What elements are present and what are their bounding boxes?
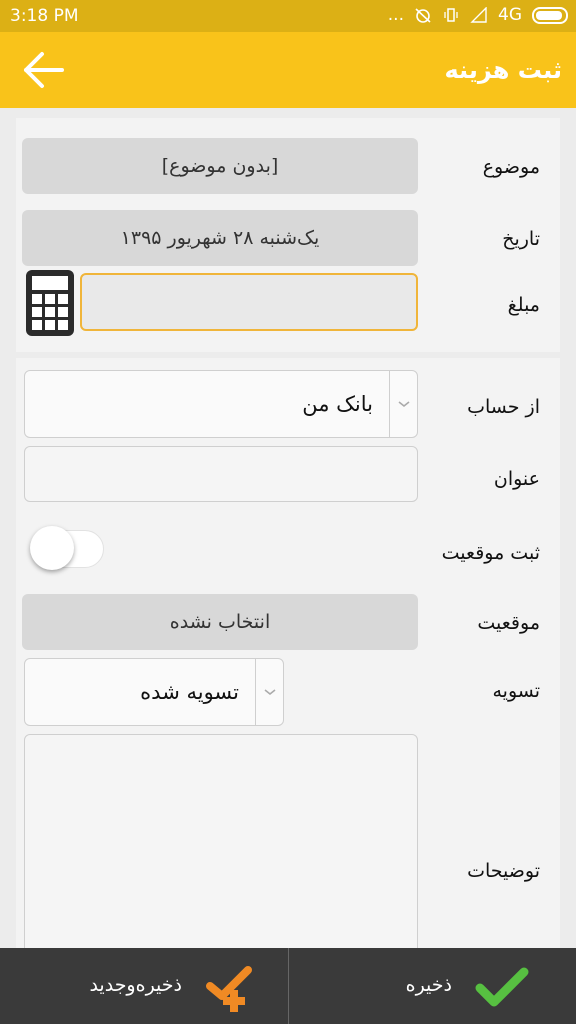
battery-icon: [532, 6, 568, 24]
location-label: موقعیت: [477, 612, 540, 634]
status-bar: 3:18 PM ... 4G: [0, 0, 576, 32]
date-field[interactable]: یک‌شنبه ۲۸ شهریور ۱۳۹۵: [22, 210, 418, 266]
subject-field[interactable]: [بدون موضوع]: [22, 138, 418, 194]
save-new-button[interactable]: ذخیره‌وجدید: [0, 948, 288, 1024]
notes-textarea[interactable]: [24, 734, 418, 954]
arrow-left-icon[interactable]: [22, 50, 66, 90]
save-button[interactable]: ذخیره: [288, 948, 576, 1024]
check-plus-icon: [206, 966, 252, 1012]
save-label: ذخیره: [405, 974, 452, 996]
subject-label: موضوع: [482, 156, 540, 178]
record-location-toggle[interactable]: [26, 526, 104, 570]
network-type: 4G: [498, 5, 522, 25]
settlement-select[interactable]: تسویه شده: [24, 658, 284, 726]
alarm-off-icon: [415, 8, 431, 23]
save-new-label: ذخیره‌وجدید: [89, 974, 182, 996]
from-account-label: از حساب: [467, 396, 540, 418]
vibrate-icon: [444, 8, 458, 22]
date-label: تاریخ: [502, 228, 540, 250]
title-input[interactable]: [24, 446, 418, 502]
status-icons: ... 4G: [388, 5, 568, 25]
status-time: 3:18 PM: [10, 6, 79, 26]
calculator-icon[interactable]: [26, 270, 74, 336]
signal-icon: [470, 7, 487, 23]
location-field[interactable]: انتخاب نشده: [22, 594, 418, 650]
title-label: عنوان: [493, 468, 540, 490]
record-location-label: ثبت موقعیت: [441, 542, 540, 564]
app-bar: ثبت هزینه: [0, 32, 576, 108]
details-card: از حساب بانک من عنوان ثبت موقعیت موقعیت …: [16, 358, 560, 954]
check-icon: [475, 967, 529, 1007]
chevron-down-icon: [389, 371, 417, 437]
from-account-value: بانک من: [302, 392, 373, 416]
page-title: ثبت هزینه: [444, 56, 562, 84]
settlement-value: تسویه شده: [140, 680, 239, 704]
from-account-select[interactable]: بانک من: [24, 370, 418, 438]
settlement-label: تسویه: [492, 680, 540, 702]
basic-info-card: موضوع [بدون موضوع] تاریخ یک‌شنبه ۲۸ شهری…: [16, 118, 560, 352]
amount-label: مبلغ: [507, 294, 540, 316]
notification-dots: ...: [387, 5, 404, 25]
chevron-down-icon: [255, 659, 283, 725]
bottom-bar: ذخیره‌وجدید ذخیره: [0, 948, 576, 1024]
amount-input[interactable]: [80, 273, 418, 331]
notes-label: توضیحات: [467, 860, 540, 882]
